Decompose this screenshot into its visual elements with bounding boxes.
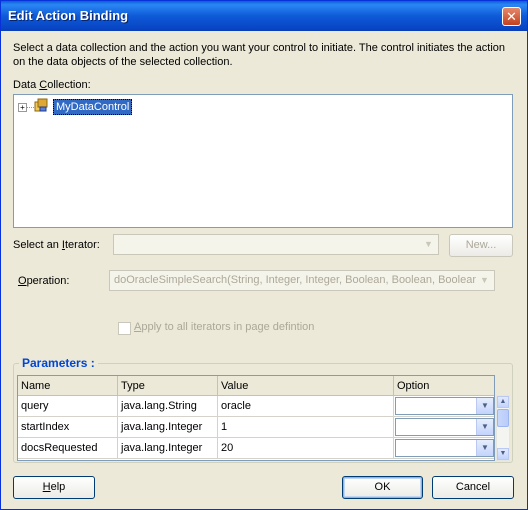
iterator-label: Select an Iterator:	[13, 239, 100, 251]
chevron-down-icon: ▼	[476, 419, 493, 435]
chevron-down-icon: ▼	[420, 236, 437, 253]
chevron-down-icon: ▼	[476, 272, 493, 289]
edit-action-binding-dialog: Edit Action Binding ✕ Select a data coll…	[0, 0, 528, 510]
iterator-select[interactable]: ▼	[113, 234, 439, 255]
help-button[interactable]: Help	[13, 476, 95, 499]
operation-value: doOracleSimpleSearch(String, Integer, In…	[114, 274, 483, 286]
tree-item-mydatacontrol[interactable]: MyDataControl	[53, 99, 133, 115]
column-header-option[interactable]: Option	[394, 376, 494, 396]
data-collection-label: Data Collection:	[13, 79, 91, 91]
scroll-down-icon[interactable]: ▼	[497, 448, 509, 460]
title-bar[interactable]: Edit Action Binding ✕	[1, 1, 527, 31]
apply-all-label: Apply to all iterators in page defintion	[134, 321, 315, 333]
column-header-value[interactable]: Value	[218, 376, 394, 396]
param-value-cell[interactable]: oracle	[218, 396, 394, 417]
data-collection-tree[interactable]: + MyDataControl	[13, 94, 513, 228]
apply-all-checkbox[interactable]	[118, 322, 131, 335]
description-text: Select a data collection and the action …	[13, 42, 506, 68]
new-iterator-button[interactable]: New...	[449, 234, 513, 257]
window-title: Edit Action Binding	[8, 8, 129, 23]
scroll-thumb[interactable]	[497, 409, 509, 427]
option-select[interactable]: ▼	[395, 397, 494, 415]
param-value-cell[interactable]: 1	[218, 417, 394, 438]
param-value-cell[interactable]: 20	[218, 438, 394, 459]
param-option-cell: ▼	[394, 396, 494, 417]
param-type-cell[interactable]: java.lang.String	[118, 396, 218, 417]
param-option-cell: ▼	[394, 417, 494, 438]
chevron-down-icon: ▼	[476, 440, 493, 456]
param-name-cell[interactable]: query	[18, 396, 118, 417]
column-header-type[interactable]: Type	[118, 376, 218, 396]
tree-connector	[26, 107, 34, 108]
close-button[interactable]: ✕	[502, 7, 521, 26]
column-header-name[interactable]: Name	[18, 376, 118, 396]
param-option-cell: ▼	[394, 438, 494, 459]
cancel-button[interactable]: Cancel	[432, 476, 514, 499]
option-select[interactable]: ▼	[395, 418, 494, 436]
operation-select[interactable]: doOracleSimpleSearch(String, Integer, In…	[109, 270, 495, 291]
param-type-cell[interactable]: java.lang.Integer	[118, 417, 218, 438]
param-name-cell[interactable]: docsRequested	[18, 438, 118, 459]
data-control-icon	[34, 98, 48, 112]
option-select[interactable]: ▼	[395, 439, 494, 457]
parameters-table: Name Type Value Option query java.lang.S…	[17, 375, 495, 461]
param-type-cell[interactable]: java.lang.Integer	[118, 438, 218, 459]
close-icon: ✕	[506, 9, 517, 24]
scroll-up-icon[interactable]: ▲	[497, 396, 509, 408]
chevron-down-icon: ▼	[476, 398, 493, 414]
ok-button[interactable]: OK	[342, 476, 423, 499]
param-name-cell[interactable]: startIndex	[18, 417, 118, 438]
parameters-scrollbar[interactable]: ▲ ▼	[496, 395, 510, 461]
operation-label: Operation:	[18, 275, 70, 287]
parameters-title: Parameters :	[19, 356, 98, 370]
